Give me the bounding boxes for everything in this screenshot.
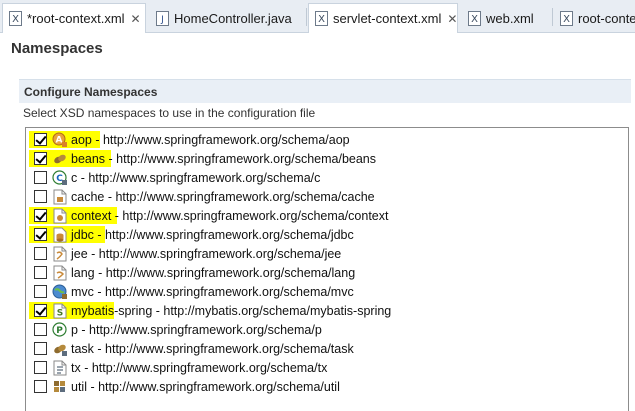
util-checkbox[interactable] (34, 380, 47, 393)
beans-checkbox[interactable] (34, 152, 47, 165)
namespace-list: A aop - http://www.springframework.org/s… (25, 127, 629, 411)
mybatis-spring-icon: S (52, 303, 68, 319)
p-namespace-icon: P (52, 321, 68, 338)
tab-separator (306, 8, 307, 26)
namespace-row-mvc[interactable]: mvc - http://www.springframework.org/sch… (26, 282, 628, 301)
svg-text:X: X (563, 14, 570, 25)
jee-icon (52, 246, 68, 262)
xml-file-icon: X (560, 10, 573, 26)
namespace-row-context[interactable]: context - http://www.springframework.org… (26, 206, 628, 225)
namespace-row-cache[interactable]: cache - http://www.springframework.org/s… (26, 187, 628, 206)
namespace-label: p - http://www.springframework.org/schem… (71, 322, 322, 337)
mybatis-spring-checkbox[interactable] (34, 304, 47, 317)
util-icon (52, 379, 68, 395)
namespace-label: task - http://www.springframework.org/sc… (71, 341, 354, 356)
cache-checkbox[interactable] (34, 190, 47, 203)
namespace-label: beans - http://www.springframework.org/s… (71, 151, 376, 166)
namespace-label: mvc - http://www.springframework.org/sch… (71, 284, 354, 299)
tab-label: web.xml (486, 10, 534, 26)
tab-web-xml[interactable]: X web.xml (462, 4, 552, 32)
namespace-label: jee - http://www.springframework.org/sch… (71, 246, 342, 261)
namespace-label: aop - http://www.springframework.org/sch… (71, 132, 350, 147)
tx-icon (52, 360, 68, 376)
svg-text:P: P (56, 326, 63, 336)
svg-text:S: S (57, 308, 63, 318)
namespace-label: util - http://www.springframework.org/sc… (71, 379, 340, 394)
p-checkbox[interactable] (34, 323, 47, 336)
section-header: Configure Namespaces (19, 79, 631, 103)
aop-icon: A (52, 132, 68, 148)
namespace-label: context - http://www.springframework.org… (71, 208, 389, 223)
context-checkbox[interactable] (34, 209, 47, 222)
svg-text:X: X (12, 14, 19, 25)
section-title: Configure Namespaces (24, 84, 158, 99)
c-checkbox[interactable] (34, 171, 47, 184)
xml-file-icon: X (9, 11, 22, 26)
tab-label: servlet-context.xml (333, 11, 442, 26)
namespace-label: lang - http://www.springframework.org/sc… (71, 265, 356, 280)
task-checkbox[interactable] (34, 342, 47, 355)
lang-checkbox[interactable] (34, 266, 47, 279)
xml-file-icon: X (468, 10, 481, 26)
namespace-row-aop[interactable]: A aop - http://www.springframework.org/s… (26, 130, 628, 149)
mvc-globe-icon (52, 284, 68, 300)
namespace-row-jdbc[interactable]: jdbc - http://www.springframework.org/sc… (26, 225, 628, 244)
lang-icon (52, 265, 68, 281)
tab-separator (552, 8, 553, 26)
svg-text:J: J (160, 15, 164, 25)
namespace-label: mybatis-spring - http://mybatis.org/sche… (71, 303, 392, 318)
tab-root-context-xml[interactable]: X *root-context.xml ✕ (2, 3, 146, 33)
namespace-row-mybatis-spring[interactable]: S mybatis-spring - http://mybatis.org/sc… (26, 301, 628, 320)
namespace-label: tx - http://www.springframework.org/sche… (71, 360, 328, 375)
task-icon (52, 341, 68, 357)
close-icon[interactable]: ✕ (131, 12, 141, 26)
editor-tab-bar: X *root-context.xml ✕ J HomeController.j… (0, 0, 635, 33)
c-namespace-icon: C (52, 169, 68, 186)
tx-checkbox[interactable] (34, 361, 47, 374)
namespace-row-lang[interactable]: lang - http://www.springframework.org/sc… (26, 263, 628, 282)
tab-label: root-contex (578, 10, 635, 26)
close-icon[interactable]: ✕ (447, 12, 457, 26)
namespace-label: jdbc - http://www.springframework.org/sc… (71, 227, 354, 242)
mvc-checkbox[interactable] (34, 285, 47, 298)
namespace-row-jee[interactable]: jee - http://www.springframework.org/sch… (26, 244, 628, 263)
svg-text:X: X (318, 14, 325, 25)
cache-icon (52, 189, 68, 205)
jdbc-icon (52, 227, 68, 243)
section-description: Select XSD namespaces to use in the conf… (23, 106, 316, 120)
beans-icon (52, 151, 68, 167)
tab-root-context-partial[interactable]: X root-contex (554, 4, 635, 32)
namespace-row-task[interactable]: task - http://www.springframework.org/sc… (26, 339, 628, 358)
namespace-label: cache - http://www.springframework.org/s… (71, 189, 375, 204)
xml-file-icon: X (315, 11, 328, 26)
jdbc-checkbox[interactable] (34, 228, 47, 241)
namespace-label: c - http://www.springframework.org/schem… (71, 170, 321, 185)
context-icon (52, 208, 68, 224)
java-file-icon: J (156, 10, 169, 26)
tab-homecontroller-java[interactable]: J HomeController.java (150, 4, 306, 32)
jee-checkbox[interactable] (34, 247, 47, 260)
namespace-row-c[interactable]: C c - http://www.springframework.org/sch… (26, 168, 628, 187)
namespace-row-p[interactable]: P p - http://www.springframework.org/sch… (26, 320, 628, 339)
page-title: Namespaces (11, 40, 103, 57)
aop-checkbox[interactable] (34, 133, 47, 146)
tab-servlet-context-xml[interactable]: X servlet-context.xml ✕ (308, 3, 458, 33)
svg-text:X: X (471, 14, 478, 25)
namespace-row-beans[interactable]: beans - http://www.springframework.org/s… (26, 149, 628, 168)
namespace-row-tx[interactable]: tx - http://www.springframework.org/sche… (26, 358, 628, 377)
svg-text:A: A (56, 135, 63, 145)
tab-label: HomeController.java (174, 10, 292, 26)
namespace-row-util[interactable]: util - http://www.springframework.org/sc… (26, 377, 628, 396)
tab-label: *root-context.xml (27, 11, 125, 26)
